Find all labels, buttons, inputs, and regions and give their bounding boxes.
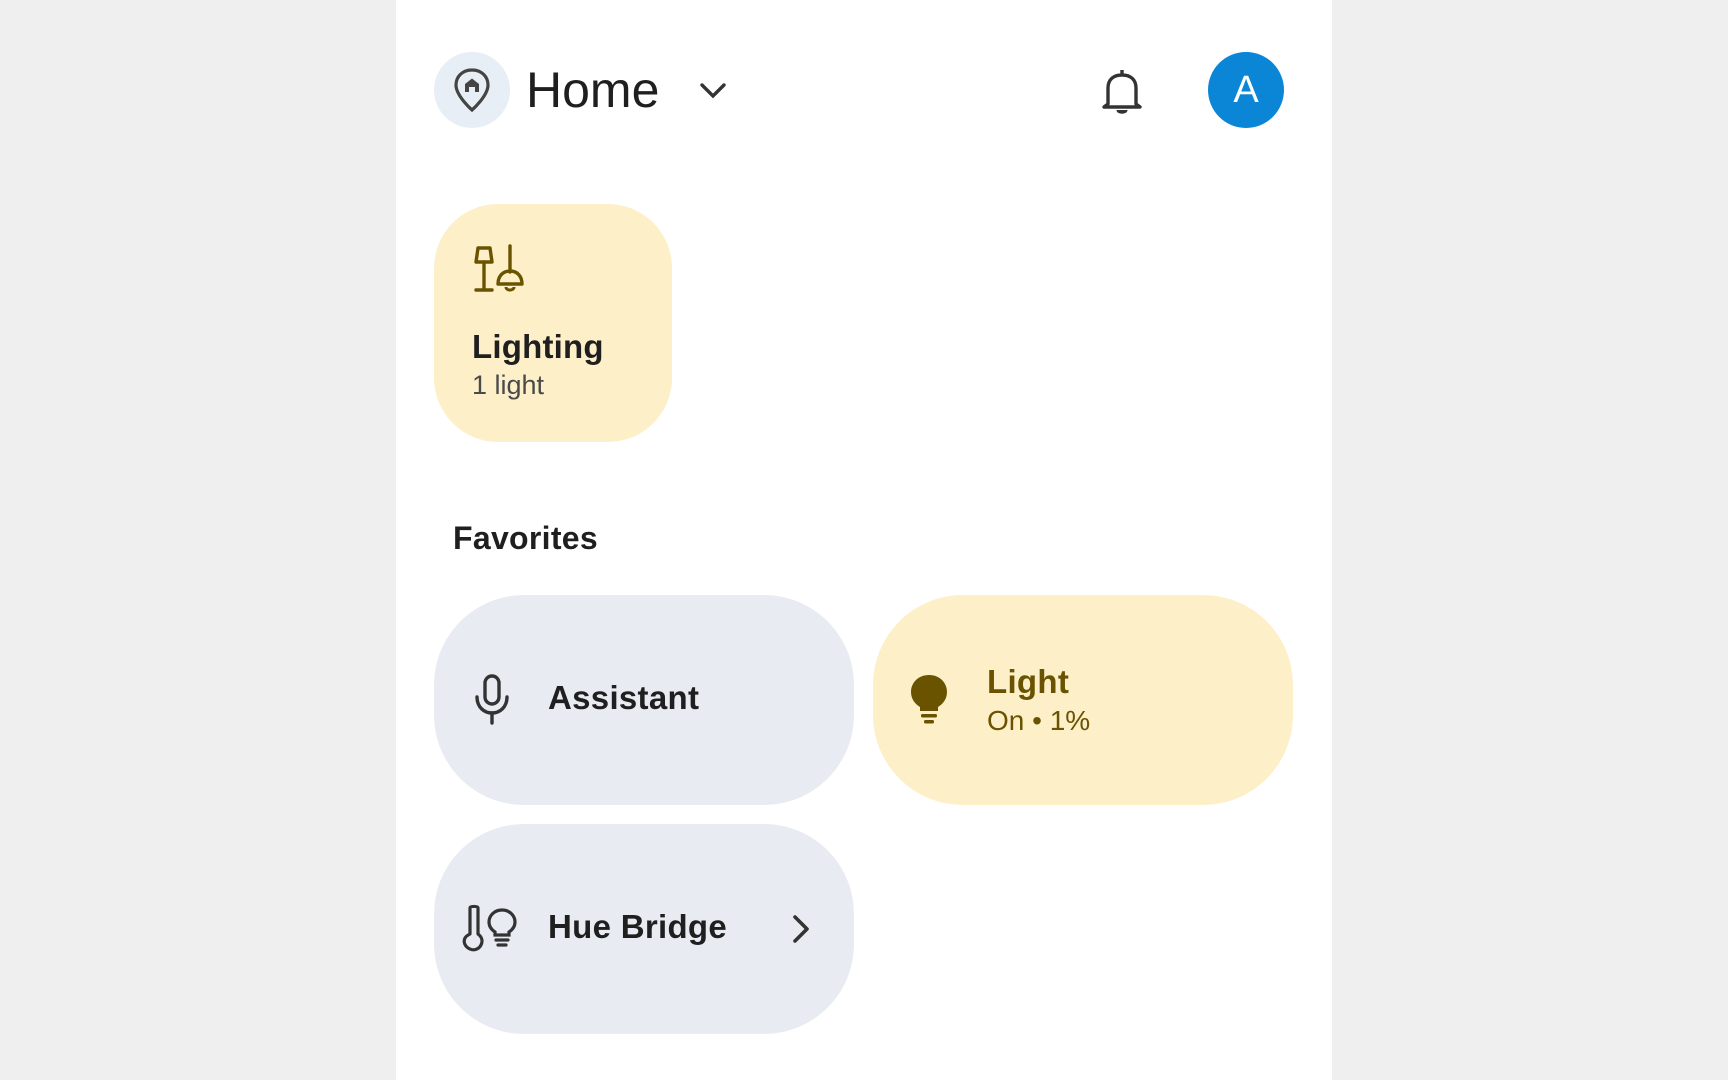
tile-label: Light [987, 663, 1070, 700]
light-tile[interactable]: Light On • 1% [873, 595, 1293, 805]
tile-label: Assistant [548, 679, 700, 716]
home-title[interactable]: Home [526, 58, 659, 122]
favorites-heading: Favorites [453, 520, 598, 556]
top-bar: Home A [434, 52, 1286, 128]
chevron-right-icon[interactable] [786, 912, 816, 946]
microphone-icon [475, 674, 509, 725]
light-status: On • 1% [987, 705, 1091, 736]
sensor-bulb-icon [462, 904, 517, 952]
category-subtitle: 1 light [472, 370, 545, 400]
app-screen: Home A Lighting 1 light Favorites Assist… [396, 0, 1332, 1080]
chevron-down-icon[interactable] [696, 74, 730, 108]
lamp-icon [474, 244, 524, 292]
lightbulb-icon [911, 675, 947, 724]
bell-icon[interactable] [1098, 66, 1146, 116]
home-selector-button[interactable] [434, 52, 510, 128]
lighting-category-tile[interactable]: Lighting 1 light [434, 204, 672, 442]
category-title: Lighting [472, 328, 604, 365]
home-pin-icon [454, 68, 490, 113]
avatar[interactable]: A [1208, 52, 1284, 128]
hue-bridge-tile[interactable]: Hue Bridge [434, 824, 854, 1034]
assistant-tile[interactable]: Assistant [434, 595, 854, 805]
tile-label: Hue Bridge [548, 908, 728, 945]
